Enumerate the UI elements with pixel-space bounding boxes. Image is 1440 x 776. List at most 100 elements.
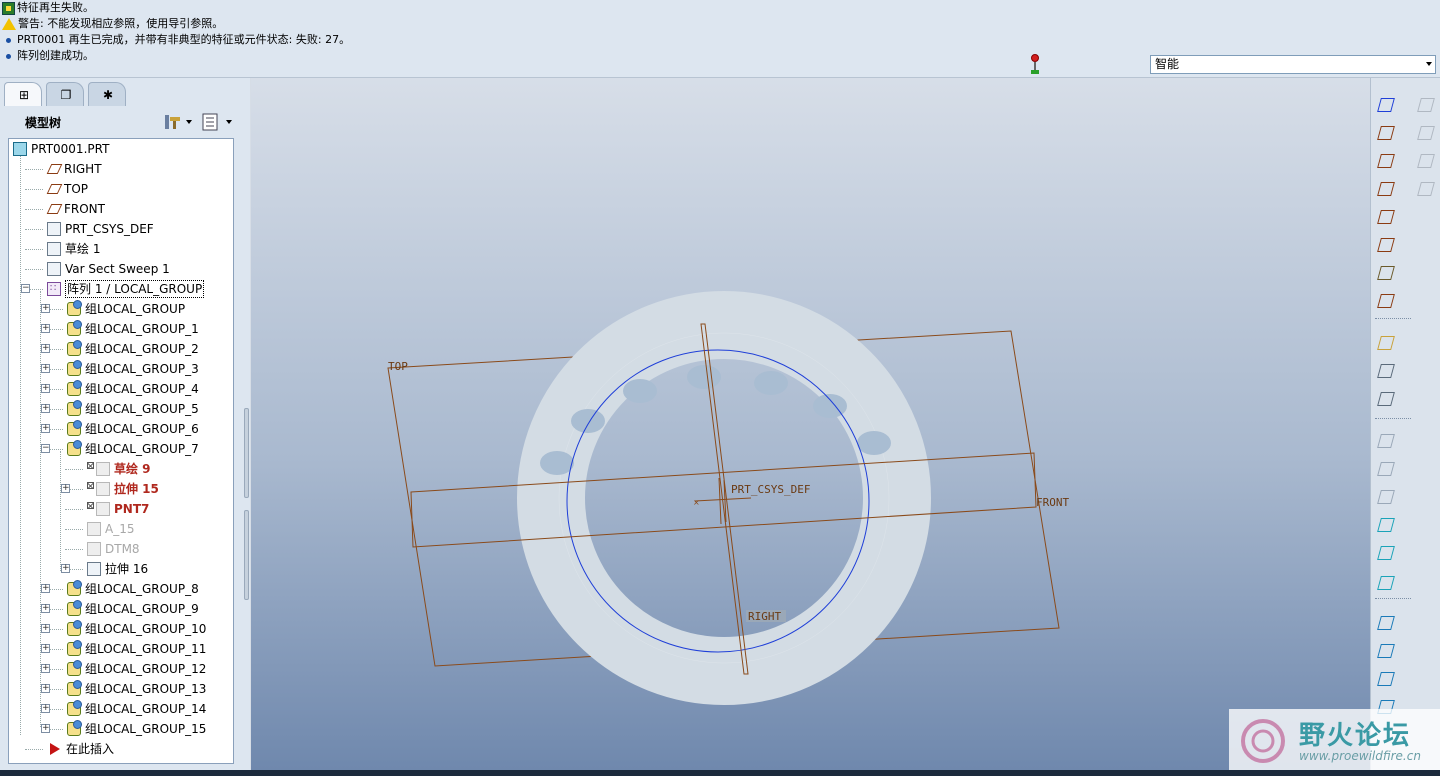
expand-plus-icon[interactable]: +	[41, 304, 50, 313]
favorites-tab[interactable]: ✱	[88, 82, 126, 106]
expand-plus-icon[interactable]: +	[41, 424, 50, 433]
hole[interactable]	[623, 379, 657, 403]
chamfer-tool-icon[interactable]	[1375, 572, 1397, 594]
expand-plus-icon[interactable]: +	[41, 724, 50, 733]
trim-tool-icon[interactable]	[1415, 150, 1437, 172]
tree-item[interactable]: 草绘 1	[47, 239, 100, 259]
expand-plus-icon[interactable]: +	[61, 484, 70, 493]
model-tree-tab[interactable]: ⊞	[4, 82, 42, 106]
datum-graph-icon[interactable]	[1375, 360, 1397, 382]
hole[interactable]	[571, 409, 605, 433]
tree-item[interactable]: TOP	[46, 179, 88, 199]
tree-item[interactable]: PRT_CSYS_DEF	[47, 219, 154, 239]
tree-item[interactable]: 组LOCAL_GROUP_10	[67, 619, 206, 639]
tree-item[interactable]: 拉伸 16	[87, 559, 148, 579]
tree-item[interactable]: 组LOCAL_GROUP_6	[67, 419, 199, 439]
csys-tool-icon[interactable]	[1375, 234, 1397, 256]
selection-filter-value: 智能	[1155, 57, 1180, 71]
tree-item[interactable]: 草绘 9	[87, 459, 151, 479]
shell-tool-icon[interactable]	[1375, 458, 1397, 480]
tree-show-button[interactable]	[200, 112, 234, 132]
tree-item[interactable]: 组LOCAL_GROUP_11	[67, 639, 206, 659]
revolve-tool-icon[interactable]	[1375, 640, 1397, 662]
tree-item[interactable]: 阵列 1 / LOCAL_GROUP	[47, 279, 205, 299]
selection-filter-select[interactable]: 智能	[1150, 55, 1436, 74]
tree-item[interactable]: 组LOCAL_GROUP_12	[67, 659, 206, 679]
expand-plus-icon[interactable]: +	[41, 404, 50, 413]
offset-point-icon[interactable]	[1375, 290, 1397, 312]
merge-tool-icon[interactable]	[1415, 178, 1437, 200]
top-datum-plane[interactable]	[387, 330, 1060, 667]
expand-plus-icon[interactable]: +	[41, 684, 50, 693]
round-tool-icon[interactable]	[1375, 542, 1397, 564]
sweep-icon	[47, 262, 61, 276]
sketch-tool-icon[interactable]	[1375, 94, 1397, 116]
tree-item[interactable]: 组LOCAL_GROUP_9	[67, 599, 199, 619]
tree-item[interactable]: Var Sect Sweep 1	[47, 259, 170, 279]
hole[interactable]	[540, 451, 574, 475]
tree-item-label: 组LOCAL_GROUP_12	[85, 662, 207, 676]
expand-plus-icon[interactable]: +	[41, 584, 50, 593]
pattern-tool-icon[interactable]	[1415, 122, 1437, 144]
point-icon	[96, 502, 110, 516]
tree-item[interactable]: 组LOCAL_GROUP_5	[67, 399, 199, 419]
graphics-window[interactable]: × TOP FRONT RIGHT PRT_CSYS_DEF	[251, 78, 1370, 770]
mirror-tool-icon[interactable]	[1415, 94, 1437, 116]
group-icon	[67, 300, 82, 316]
tree-item[interactable]: PRT0001.PRT	[13, 139, 109, 159]
tree-item[interactable]: 组LOCAL_GROUP_7	[67, 439, 199, 459]
tree-item[interactable]: 组LOCAL_GROUP	[67, 299, 185, 319]
datum-axis-tool-icon[interactable]	[1375, 150, 1397, 172]
toolbar-separator	[1375, 598, 1411, 599]
expand-plus-icon[interactable]: +	[41, 324, 50, 333]
tree-item[interactable]: 在此插入	[47, 739, 114, 759]
hole[interactable]	[687, 365, 721, 389]
regen-status-light-icon[interactable]	[1029, 54, 1041, 76]
sketch-region-icon[interactable]	[1375, 332, 1397, 354]
tree-item[interactable]: 组LOCAL_GROUP_4	[67, 379, 199, 399]
expand-plus-icon[interactable]: +	[41, 664, 50, 673]
tree-item[interactable]: 组LOCAL_GROUP_2	[67, 339, 199, 359]
extrude-tool-icon[interactable]	[1375, 612, 1397, 634]
hole[interactable]	[754, 371, 788, 395]
tree-settings-button[interactable]	[162, 112, 194, 132]
copy-sketch-icon[interactable]	[1375, 388, 1397, 410]
expand-plus-icon[interactable]: +	[41, 704, 50, 713]
draft-tool-icon[interactable]	[1375, 514, 1397, 536]
datum-curve-tool-icon[interactable]	[1375, 178, 1397, 200]
folder-browser-tab[interactable]: ❐	[46, 82, 84, 106]
tree-item[interactable]: PNT7	[87, 499, 149, 519]
front-datum-plane[interactable]	[410, 452, 1037, 548]
expand-plus-icon[interactable]: +	[41, 604, 50, 613]
datum-plane-tool-icon[interactable]	[1375, 122, 1397, 144]
hole[interactable]	[857, 431, 891, 455]
datum-point-tool-icon[interactable]	[1375, 206, 1397, 228]
hole-tool-icon[interactable]	[1375, 430, 1397, 452]
tree-item[interactable]: 组LOCAL_GROUP_8	[67, 579, 199, 599]
tree-item[interactable]: 组LOCAL_GROUP_1	[67, 319, 199, 339]
tree-item[interactable]: DTM8	[87, 539, 140, 559]
ring-part[interactable]	[517, 291, 931, 705]
expand-plus-icon[interactable]: +	[41, 364, 50, 373]
tree-item[interactable]: 组LOCAL_GROUP_14	[67, 699, 206, 719]
expand-plus-icon[interactable]: +	[41, 624, 50, 633]
tree-item[interactable]: RIGHT	[46, 159, 102, 179]
tree-item[interactable]: 组LOCAL_GROUP_15	[67, 719, 206, 739]
expand-plus-icon[interactable]: +	[41, 384, 50, 393]
rib-tool-icon[interactable]	[1375, 486, 1397, 508]
tree-item[interactable]: FRONT	[46, 199, 105, 219]
tree-item[interactable]: 拉伸 15	[87, 479, 159, 499]
sweep-tool-icon[interactable]	[1375, 668, 1397, 690]
expand-plus-icon[interactable]: +	[41, 344, 50, 353]
panel-splitter[interactable]	[243, 408, 250, 608]
tree-item[interactable]: 组LOCAL_GROUP_3	[67, 359, 199, 379]
tree-item[interactable]: A_15	[87, 519, 134, 539]
analysis-datum-icon[interactable]	[1375, 262, 1397, 284]
tree-item[interactable]: 组LOCAL_GROUP_13	[67, 679, 206, 699]
tree-item-label: DTM8	[105, 542, 140, 556]
collapse-minus-icon[interactable]: −	[21, 284, 30, 293]
expand-plus-icon[interactable]: +	[41, 644, 50, 653]
navigator-panel: ⊞ ❐ ✱ 模型树 PRT0001.PRT RIGHT TOP FRONT PR…	[0, 78, 250, 770]
expand-plus-icon[interactable]: +	[61, 564, 70, 573]
collapse-minus-icon[interactable]: −	[41, 444, 50, 453]
